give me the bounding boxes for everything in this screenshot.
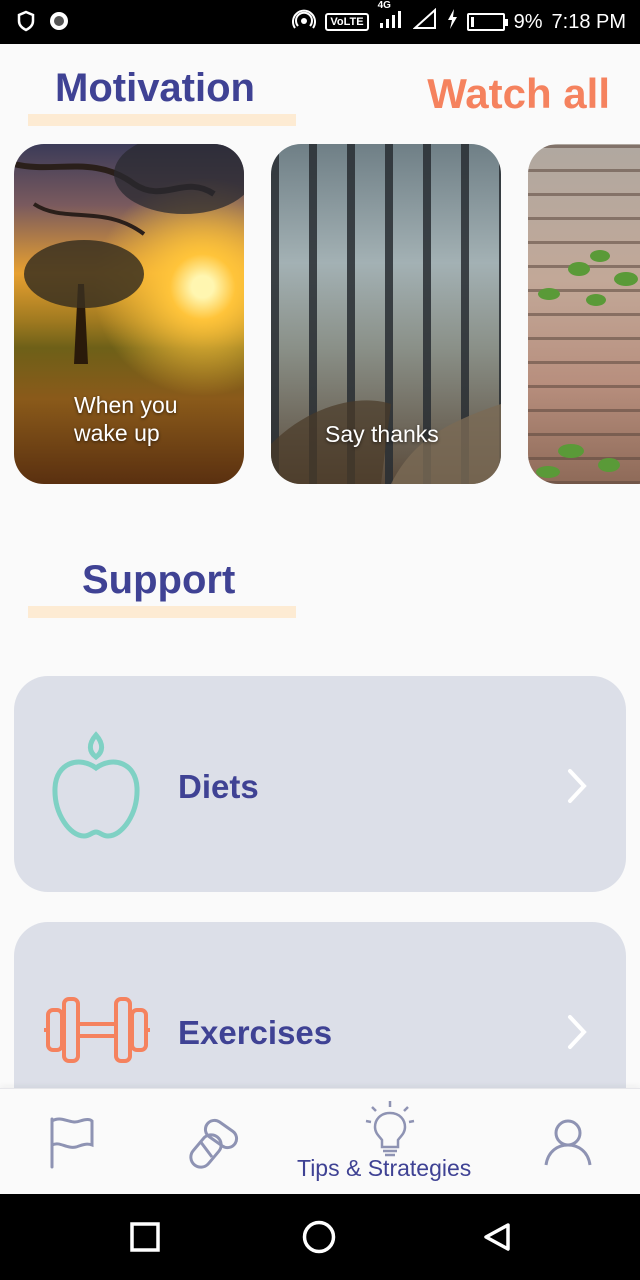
motivation-card-say-thanks[interactable]: Say thanks xyxy=(271,144,501,484)
nav-medication[interactable] xyxy=(186,1115,240,1174)
back-button[interactable] xyxy=(482,1222,512,1257)
card-label-line2: wake up xyxy=(74,420,160,446)
square-icon xyxy=(130,1222,160,1252)
nav-profile[interactable] xyxy=(542,1117,594,1172)
charging-icon xyxy=(446,8,458,36)
hotspot-icon xyxy=(292,8,317,36)
nav-flag[interactable] xyxy=(46,1115,96,1174)
profile-icon xyxy=(544,1119,592,1166)
card-label-line1: When you xyxy=(74,392,178,418)
circle-icon xyxy=(302,1220,336,1254)
battery-icon xyxy=(466,13,508,31)
pills-icon xyxy=(189,1118,239,1169)
wifi-signal-icon xyxy=(412,7,437,36)
home-button[interactable] xyxy=(302,1220,336,1259)
support-item-diets[interactable]: Diets xyxy=(14,676,626,892)
volte-icon: VoLTE xyxy=(325,13,369,31)
motivation-card-pavement[interactable] xyxy=(528,144,640,484)
motivation-title: Motivation xyxy=(55,66,255,110)
flag-icon xyxy=(50,1117,94,1169)
nav-tips-strategies[interactable] xyxy=(364,1099,416,1162)
dumbbell-icon xyxy=(44,996,150,1069)
card-label-line1: Say thanks xyxy=(325,421,439,447)
recent-apps-button[interactable] xyxy=(130,1222,160,1257)
record-icon xyxy=(48,10,70,37)
clock: 7:18 PM xyxy=(551,10,626,33)
system-nav-bar xyxy=(0,1194,640,1280)
watch-all-button[interactable]: Watch all xyxy=(427,70,610,118)
support-item-label: Exercises xyxy=(178,1014,333,1051)
back-triangle-icon xyxy=(484,1223,510,1251)
shield-icon xyxy=(16,10,36,37)
bottom-nav: Tips & Strategies xyxy=(0,1088,640,1194)
chevron-right-icon xyxy=(566,768,588,809)
lightbulb-icon xyxy=(365,1101,415,1157)
support-underline xyxy=(28,606,296,618)
motivation-card-wake-up[interactable]: When you wake up xyxy=(14,144,244,484)
battery-percent: 9% xyxy=(513,10,543,33)
motivation-underline xyxy=(28,114,296,126)
chevron-right-icon xyxy=(566,1014,588,1055)
support-item-label: Diets xyxy=(178,768,259,805)
status-bar: VoLTE 4G 9% 7:18 PM xyxy=(0,0,640,44)
signal-icon: 4G xyxy=(378,0,404,36)
nav-label-tips-strategies: Tips & Strategies xyxy=(297,1155,472,1181)
apple-icon xyxy=(50,730,142,847)
support-title: Support xyxy=(82,558,236,602)
